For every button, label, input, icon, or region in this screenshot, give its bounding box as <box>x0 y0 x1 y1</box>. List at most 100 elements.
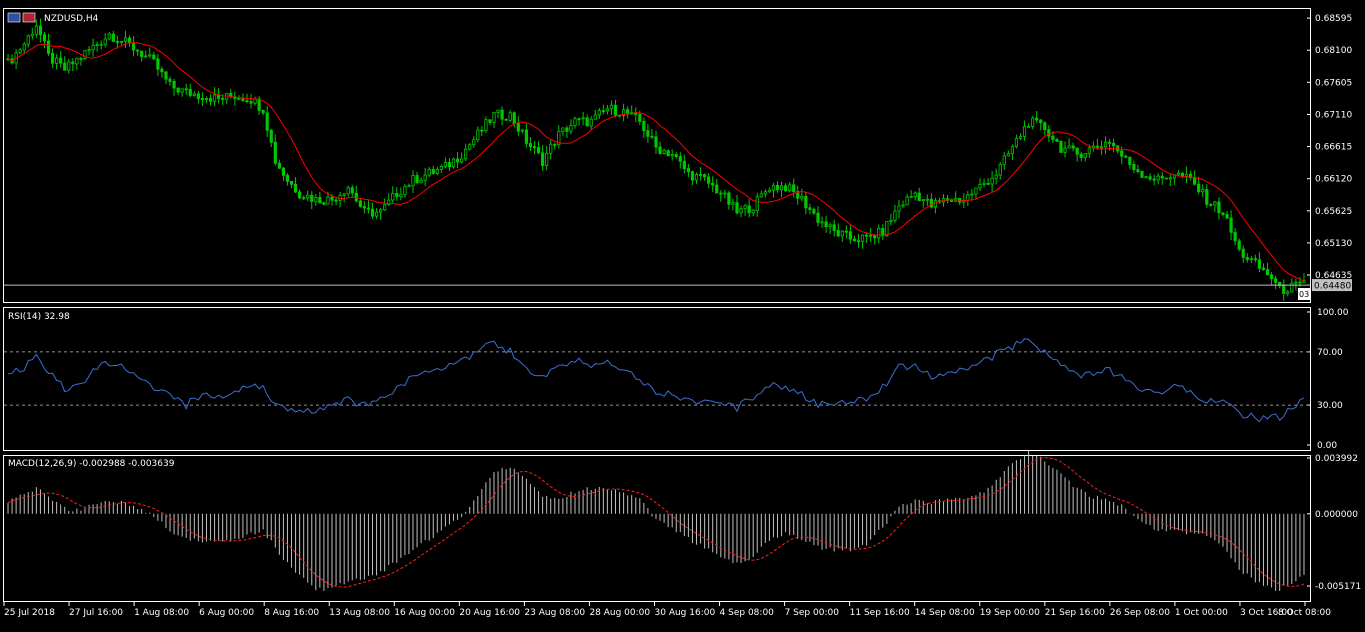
candle-body <box>427 169 431 176</box>
candle-body <box>885 221 889 237</box>
price-axis-label: 0.68100 <box>1315 46 1352 56</box>
candle-body <box>613 104 618 116</box>
candle-body <box>707 176 711 184</box>
price-chart-title: NZDUSD,H4 <box>44 14 99 24</box>
candle-body <box>747 205 751 214</box>
candle-body <box>1201 189 1205 193</box>
time-axis-label: 14 Sep 08:00 <box>915 608 975 618</box>
candle-body <box>779 185 784 191</box>
candle-body <box>1087 147 1091 154</box>
price-axis-label: 0.66120 <box>1315 175 1352 185</box>
candle-body <box>1217 201 1221 214</box>
candle-body <box>528 143 533 148</box>
candle-body <box>419 179 423 184</box>
candle-body <box>1164 177 1168 180</box>
candle-body <box>75 58 79 65</box>
candle-body <box>115 40 119 43</box>
candle-body <box>524 129 529 144</box>
candle-body <box>451 158 456 168</box>
candle-body <box>302 197 306 200</box>
candle-body <box>1197 183 1201 193</box>
candle-body <box>1152 178 1156 181</box>
candle-body <box>99 43 103 46</box>
candle-body <box>832 224 836 231</box>
candle-body <box>87 49 91 52</box>
chart-canvas[interactable]: 0.68595 0.68100 0.67605 0.67110 0.66615 0.661… <box>0 0 1365 628</box>
candle-body <box>889 219 893 223</box>
candle-body <box>273 141 277 164</box>
time-axis-label: 16 Aug 00:00 <box>394 608 455 618</box>
price-axis-label: 0.68595 <box>1315 14 1352 24</box>
candle-body <box>362 206 367 209</box>
candle-body <box>698 174 703 176</box>
candle-body <box>990 177 994 185</box>
candle-body <box>370 208 375 217</box>
candle-body <box>642 120 646 132</box>
candle-body <box>1274 278 1278 283</box>
candle-body <box>808 207 812 210</box>
candle-body <box>771 184 776 191</box>
candle-body <box>269 129 273 143</box>
candle-body <box>1193 177 1197 185</box>
candle-body <box>314 197 318 202</box>
candle-body <box>982 182 986 185</box>
candle-body <box>549 143 553 154</box>
candle-body <box>711 182 715 186</box>
candle-body <box>111 33 115 42</box>
candle-body <box>800 195 804 199</box>
price-axis-label: 0.67605 <box>1315 78 1352 88</box>
candle-body <box>1290 282 1294 293</box>
candle-body <box>71 61 75 65</box>
time-axis-label: 26 Sep 08:00 <box>1110 608 1170 618</box>
candle-body <box>877 227 881 239</box>
candle-body <box>407 185 411 188</box>
candle-body <box>1148 176 1152 180</box>
candle-body <box>727 192 731 205</box>
candle-body <box>508 112 512 121</box>
candle-body <box>1205 189 1209 205</box>
panel-frame-2 <box>3 455 1311 602</box>
candle-body <box>1103 141 1108 148</box>
candle-body <box>318 197 322 204</box>
candle-body <box>160 68 164 73</box>
candle-body <box>638 114 642 122</box>
candle-body <box>245 100 249 103</box>
price-axis-label: 0.65130 <box>1315 239 1352 249</box>
candle-body <box>334 199 338 202</box>
candle-body <box>289 180 294 185</box>
candle-body <box>354 192 358 202</box>
candle-body <box>792 184 796 193</box>
candle-body <box>686 168 690 173</box>
candle-body <box>735 202 739 214</box>
candle-body <box>123 37 128 42</box>
candle-body <box>204 98 209 101</box>
candle-body <box>1014 137 1019 148</box>
time-axis-label: 27 Jul 16:00 <box>69 608 123 618</box>
candle-body <box>654 136 658 148</box>
rsi-axis-label: 70.00 <box>1317 348 1343 358</box>
candle-body <box>589 118 593 127</box>
candle-body <box>662 150 666 154</box>
rsi-title: RSI(14) 32.98 <box>8 312 70 322</box>
candle-body <box>1067 145 1071 149</box>
candle-body <box>455 158 460 163</box>
candle-body <box>484 119 488 132</box>
candle-body <box>18 49 22 54</box>
candle-body <box>970 193 974 196</box>
candle-body <box>824 221 828 228</box>
time-axis-label: 1 Aug 08:00 <box>134 608 189 618</box>
candle-body <box>460 158 464 163</box>
candle-body <box>383 204 387 211</box>
candle-body <box>423 174 427 181</box>
candle-body <box>350 187 354 194</box>
candle-body <box>901 204 905 207</box>
candle-body <box>196 93 200 99</box>
candle-body <box>1176 172 1181 176</box>
candle-body <box>156 58 160 70</box>
candle-body <box>42 34 47 42</box>
candle-body <box>1010 146 1014 154</box>
candle-body <box>856 240 861 243</box>
candle-body <box>1006 153 1010 157</box>
rsi-axis-label: 0.00 <box>1317 441 1337 451</box>
candle-body <box>569 125 573 132</box>
